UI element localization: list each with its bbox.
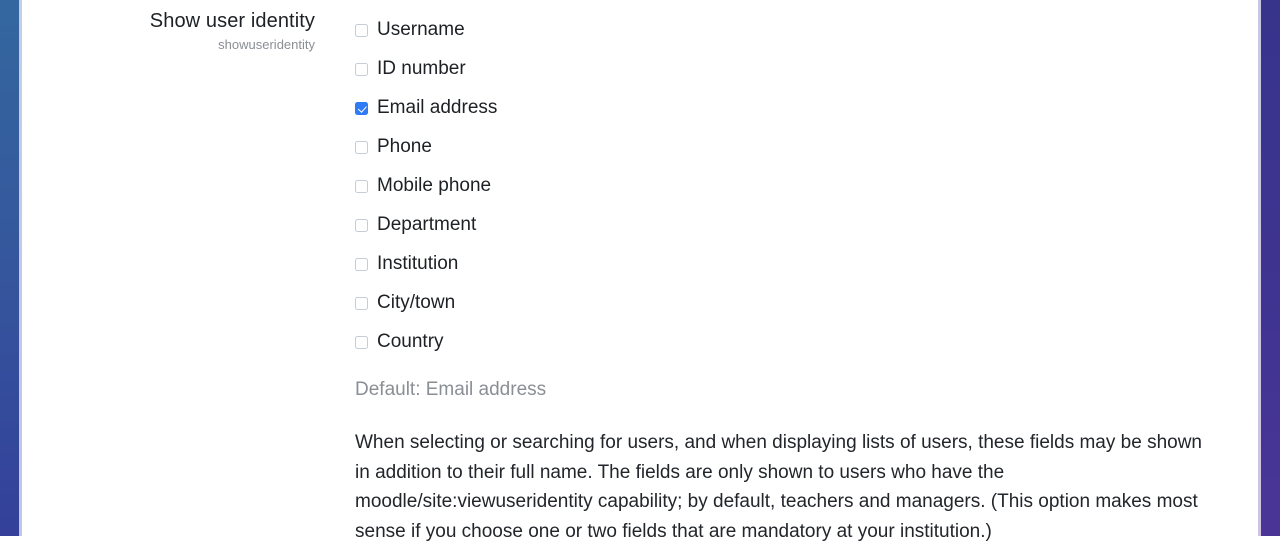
checkbox-unchecked-icon[interactable] [355,23,368,37]
left-nav-rail[interactable] [0,0,19,536]
setting-description: When selecting or searching for users, a… [355,432,1202,542]
checkbox-label: Username [377,18,465,40]
checkbox-unchecked-icon[interactable] [355,218,368,232]
checkbox-row[interactable]: Institution [355,244,1258,283]
user-identity-checkbox-list: Username ID number Email address Phone Mobil… [355,10,1258,361]
setting-label-column: Show user identity showuseridentity [22,0,315,54]
checkbox-unchecked-icon[interactable] [355,296,368,310]
checkbox-row[interactable]: ID number [355,49,1258,88]
checkbox-unchecked-icon[interactable] [355,335,368,349]
checkbox-label: City/town [377,291,456,313]
checkbox-unchecked-icon[interactable] [355,257,368,271]
setting-default-value: Default: Email address [355,379,547,400]
checkbox-unchecked-icon[interactable] [355,62,368,76]
right-nav-rail[interactable] [1261,0,1280,536]
checkbox-row[interactable]: Mobile phone [355,166,1258,205]
checkbox-checked-icon[interactable] [355,101,368,115]
checkbox-row[interactable]: Department [355,205,1258,244]
setting-control-column: Username ID number Email address Phone Mobil… [315,0,1258,546]
settings-page: Show user identity showuseridentity User… [0,0,1280,542]
checkbox-row[interactable]: Email address [355,88,1258,127]
checkbox-unchecked-icon[interactable] [355,140,368,154]
setting-form-row: Show user identity showuseridentity User… [22,0,1258,542]
checkbox-row[interactable]: City/town [355,283,1258,322]
checkbox-unchecked-icon[interactable] [355,179,368,193]
checkbox-label: Email address [377,96,498,118]
checkbox-label: Country [377,330,444,352]
checkbox-row[interactable]: Country [355,322,1258,361]
checkbox-label: Phone [377,135,432,157]
setting-shortname: showuseridentity [218,37,315,52]
checkbox-label: Institution [377,252,459,274]
checkbox-label: ID number [377,57,466,79]
setting-title: Show user identity [149,10,315,32]
checkbox-row[interactable]: Phone [355,127,1258,166]
checkbox-label: Mobile phone [377,174,492,196]
checkbox-row[interactable]: Username [355,10,1258,49]
checkbox-label: Department [377,213,477,235]
